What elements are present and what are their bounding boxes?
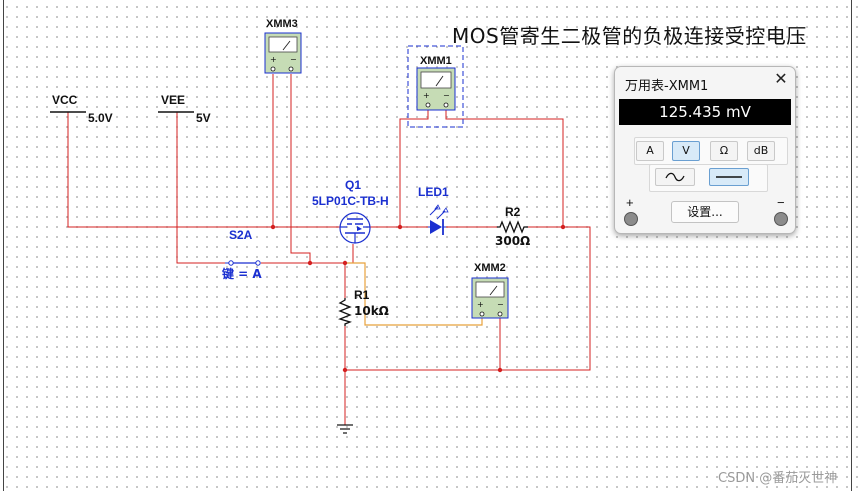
mode-ohmmeter-button[interactable]: Ω bbox=[710, 141, 738, 161]
junction-dot bbox=[307, 260, 313, 266]
wire-xmm1-plus bbox=[399, 108, 429, 227]
xmm2-minus: − bbox=[497, 300, 504, 309]
mode-voltmeter-button[interactable]: V bbox=[672, 141, 700, 161]
xmm1-plus: + bbox=[423, 91, 430, 100]
schematic-title: MOS管寄生二极管的负极连接受控电压 bbox=[452, 24, 807, 48]
close-icon[interactable]: ✕ bbox=[771, 70, 791, 90]
settings-button[interactable]: 设置... bbox=[671, 201, 739, 223]
junction-dot bbox=[397, 224, 403, 230]
plus-terminal-label: + bbox=[626, 195, 634, 210]
r1-value: 10kΩ bbox=[354, 304, 389, 318]
switch-s2a[interactable]: S2A 键 = A bbox=[221, 228, 262, 281]
dc-line-icon bbox=[716, 176, 742, 178]
junction-dot bbox=[342, 260, 348, 266]
junction-dot bbox=[560, 224, 566, 230]
r2-name: R2 bbox=[505, 205, 521, 219]
led-name: LED1 bbox=[418, 185, 449, 199]
plus-terminal[interactable] bbox=[624, 212, 638, 226]
vee-label: VEE bbox=[161, 93, 185, 107]
vee-source[interactable]: VEE 5V bbox=[158, 93, 211, 125]
r1-name: R1 bbox=[354, 288, 370, 302]
xmm2-name: XMM2 bbox=[474, 262, 506, 274]
multimeter-xmm2[interactable]: XMM2 + − bbox=[471, 262, 509, 319]
minus-terminal[interactable] bbox=[774, 212, 788, 226]
r2-value: 300Ω bbox=[495, 234, 530, 248]
xmm1-name: XMM1 bbox=[420, 55, 452, 67]
ground-symbol bbox=[337, 424, 353, 434]
q1-model: 5LP01C-TB-H bbox=[312, 194, 389, 208]
q1-name: Q1 bbox=[345, 178, 361, 192]
mode-db-button[interactable]: dB bbox=[747, 141, 775, 161]
minus-terminal-label: − bbox=[777, 195, 785, 210]
switch-key: 键 = A bbox=[221, 266, 262, 281]
xmm3-plus: + bbox=[270, 55, 277, 64]
multimeter-xmm1[interactable]: XMM1 + − bbox=[407, 45, 464, 128]
panel-title: 万用表-XMM1 bbox=[625, 79, 709, 94]
xmm2-plus: + bbox=[477, 300, 484, 309]
watermark: CSDN @番茄灭世神 bbox=[718, 471, 838, 486]
resistor-r2[interactable]: R2 300Ω bbox=[495, 205, 530, 248]
sine-wave-icon bbox=[665, 172, 685, 182]
junction-dot bbox=[342, 367, 348, 373]
vcc-source[interactable]: VCC 5.0V bbox=[50, 93, 113, 125]
reading-display: 125.435 mV bbox=[619, 99, 791, 125]
wire-vcc-q1 bbox=[67, 112, 340, 228]
switch-name: S2A bbox=[229, 228, 253, 242]
vcc-value: 5.0V bbox=[88, 111, 113, 125]
xmm1-minus: − bbox=[443, 91, 450, 100]
xmm3-minus: − bbox=[290, 55, 297, 64]
junction-dot bbox=[497, 367, 503, 373]
multimeter-panel-xmm1[interactable]: 万用表-XMM1 ✕ 125.435 mV A V Ω dB + − 设置... bbox=[614, 66, 796, 234]
mode-ammeter-button[interactable]: A bbox=[636, 141, 664, 161]
multimeter-xmm3[interactable]: XMM3 + − bbox=[264, 18, 302, 74]
wires bbox=[67, 74, 591, 425]
wire-bottom-bus bbox=[345, 226, 591, 371]
xmm3-name: XMM3 bbox=[266, 18, 298, 30]
mosfet-q1[interactable]: Q1 5LP01C-TB-H bbox=[312, 178, 389, 244]
junction-dot bbox=[270, 224, 276, 230]
vee-value: 5V bbox=[196, 111, 211, 125]
ac-mode-button[interactable] bbox=[655, 168, 695, 186]
dc-mode-button[interactable] bbox=[709, 168, 749, 186]
vcc-label: VCC bbox=[52, 93, 78, 107]
wire-vee-switch bbox=[176, 112, 225, 264]
wire-xmm3-minus bbox=[290, 74, 311, 263]
